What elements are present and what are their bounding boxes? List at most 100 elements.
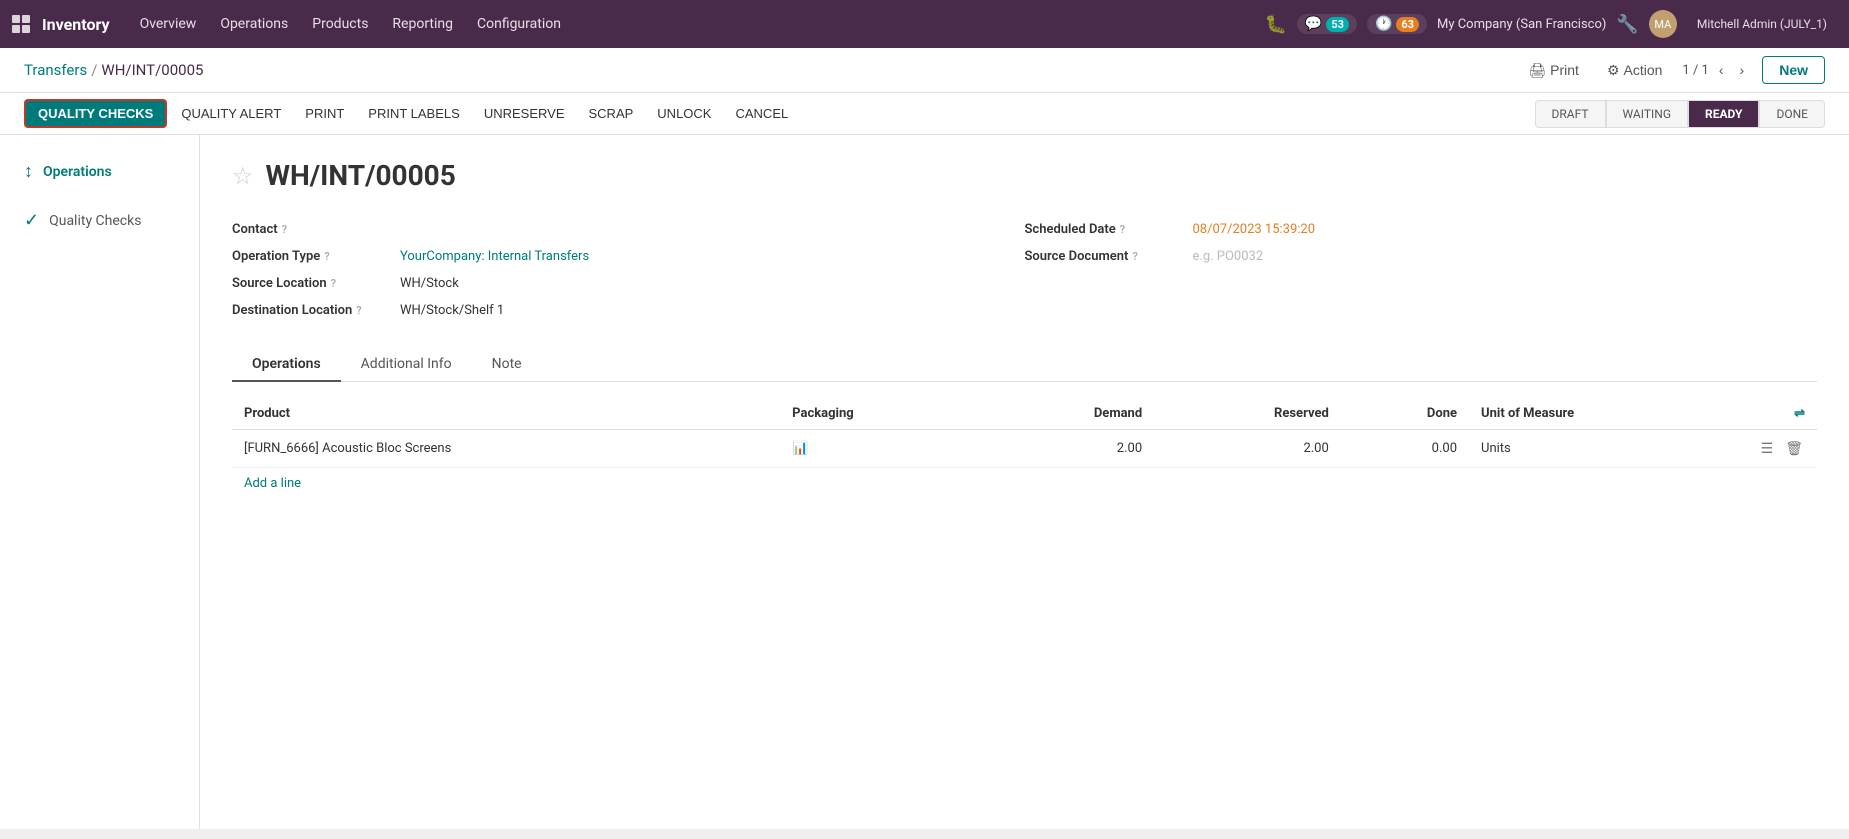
nav-overview[interactable]: Overview <box>130 12 207 36</box>
operation-type-help[interactable]: ? <box>324 250 329 263</box>
status-done[interactable]: DONE <box>1759 100 1825 128</box>
breadcrumb: Transfers / WH/INT/00005 <box>24 61 203 79</box>
status-ready[interactable]: READY <box>1688 100 1759 128</box>
company-name[interactable]: My Company (San Francisco) <box>1437 17 1606 32</box>
cancel-button[interactable]: CANCEL <box>725 101 798 126</box>
col-transfer-icon: ⇌ <box>1747 398 1817 430</box>
record-tabs: Operations Additional Info Note <box>232 348 1817 382</box>
print-labels-button[interactable]: PRINT LABELS <box>358 101 470 126</box>
bug-icon[interactable]: 🐛 <box>1264 14 1286 35</box>
contact-label: Contact ? <box>232 222 392 237</box>
user-name[interactable]: Mitchell Admin (JULY_1) <box>1687 13 1837 35</box>
next-button[interactable]: › <box>1734 60 1751 80</box>
scheduled-date-row: Scheduled Date ? 08/07/2023 15:39:20 <box>1025 216 1818 243</box>
record-title: ☆ WH/INT/00005 <box>232 159 1817 192</box>
source-location-value[interactable]: WH/Stock <box>400 276 459 291</box>
tab-note[interactable]: Note <box>472 348 542 382</box>
record-id: WH/INT/00005 <box>266 159 456 192</box>
row-actions: ☰ 🗑 <box>1747 430 1817 468</box>
forecast-icon[interactable]: 📊 <box>792 441 808 456</box>
gear-icon: ⚙ <box>1607 62 1620 79</box>
pagination: 1 / 1 ‹ › <box>1682 60 1750 80</box>
source-location-help[interactable]: ? <box>331 277 336 290</box>
status-bar: DRAFT WAITING READY DONE <box>1535 100 1826 128</box>
add-line-button[interactable]: Add a line <box>232 468 313 499</box>
demand-value[interactable]: 2.00 <box>983 430 1154 468</box>
col-demand: Demand <box>983 398 1154 430</box>
operation-type-value[interactable]: YourCompany: Internal Transfers <box>400 249 589 264</box>
source-document-help[interactable]: ? <box>1132 250 1137 263</box>
nav-operations[interactable]: Operations <box>210 12 298 36</box>
operations-icon: ↕ <box>24 161 33 182</box>
prev-button[interactable]: ‹ <box>1713 60 1730 80</box>
packaging-value: 📊 <box>780 430 983 468</box>
product-name[interactable]: [FURN_6666] Acoustic Bloc Screens <box>232 430 780 468</box>
destination-location-value[interactable]: WH/Stock/Shelf 1 <box>400 303 504 318</box>
col-packaging: Packaging <box>780 398 983 430</box>
chat-badge: 53 <box>1326 17 1349 32</box>
chat-icon: 💬 <box>1305 16 1322 32</box>
operation-type-label: Operation Type ? <box>232 249 392 264</box>
scheduled-date-value[interactable]: 08/07/2023 15:39:20 <box>1193 222 1316 237</box>
page-header: Transfers / WH/INT/00005 🖨 Print ⚙ Actio… <box>0 48 1849 93</box>
status-draft[interactable]: DRAFT <box>1535 100 1606 128</box>
table-row: [FURN_6666] Acoustic Bloc Screens 📊 2.00… <box>232 430 1817 468</box>
tab-additional-info[interactable]: Additional Info <box>341 348 472 382</box>
col-reserved: Reserved <box>1154 398 1341 430</box>
row-detail-button[interactable]: ☰ <box>1759 438 1776 459</box>
settings-icon[interactable]: 🔧 <box>1616 14 1638 35</box>
tab-operations[interactable]: Operations <box>232 348 341 382</box>
nav-reporting[interactable]: Reporting <box>382 12 463 36</box>
app-name[interactable]: Inventory <box>42 15 110 34</box>
breadcrumb-parent[interactable]: Transfers <box>24 61 87 79</box>
action-button[interactable]: ⚙ Action <box>1599 58 1670 83</box>
col-done: Done <box>1341 398 1469 430</box>
breadcrumb-separator: / <box>91 61 97 79</box>
new-button[interactable]: New <box>1762 56 1825 84</box>
side-panel: ↕ Operations ✓ Quality Checks <box>0 135 200 829</box>
activity-badge: 63 <box>1396 17 1419 32</box>
unreserve-button[interactable]: UNRESERVE <box>474 101 575 126</box>
scheduled-date-help[interactable]: ? <box>1120 223 1125 236</box>
printer-icon: 🖨 <box>1528 62 1546 79</box>
form-fields: Contact ? Operation Type ? YourCompany: … <box>232 216 1817 324</box>
col-unit: Unit of Measure <box>1469 398 1747 430</box>
content-area: ↕ Operations ✓ Quality Checks ☆ WH/INT/0… <box>0 135 1849 829</box>
contact-row: Contact ? <box>232 216 1025 243</box>
nav-products[interactable]: Products <box>302 12 378 36</box>
breadcrumb-current: WH/INT/00005 <box>101 61 203 79</box>
destination-location-row: Destination Location ? WH/Stock/Shelf 1 <box>232 297 1025 324</box>
action-bar: QUALITY CHECKS QUALITY ALERT PRINT PRINT… <box>0 93 1849 135</box>
star-icon[interactable]: ☆ <box>232 162 254 190</box>
destination-location-label: Destination Location ? <box>232 303 392 318</box>
top-navigation: Inventory Overview Operations Products R… <box>0 0 1849 48</box>
side-tab-operations[interactable]: ↕ Operations <box>12 151 187 192</box>
print-button-action[interactable]: PRINT <box>295 101 354 126</box>
transfer-arrows-icon[interactable]: ⇌ <box>1794 406 1805 421</box>
add-line-container: Add a line <box>232 468 1817 499</box>
quality-checks-button[interactable]: QUALITY CHECKS <box>24 99 167 128</box>
source-location-label: Source Location ? <box>232 276 392 291</box>
avatar[interactable]: MA <box>1649 10 1677 38</box>
source-document-placeholder[interactable]: e.g. PO0032 <box>1193 249 1264 264</box>
app-logo[interactable] <box>12 15 30 33</box>
clock-icon: 🕐 <box>1375 16 1392 32</box>
destination-location-help[interactable]: ? <box>356 304 361 317</box>
col-product: Product <box>232 398 780 430</box>
done-value[interactable]: 0.00 <box>1341 430 1469 468</box>
contact-help[interactable]: ? <box>282 223 287 236</box>
reserved-value[interactable]: 2.00 <box>1154 430 1341 468</box>
chat-button[interactable]: 💬 53 <box>1297 14 1357 34</box>
row-delete-button[interactable]: 🗑 <box>1783 438 1805 459</box>
status-waiting[interactable]: WAITING <box>1606 100 1688 128</box>
unlock-button[interactable]: UNLOCK <box>647 101 721 126</box>
quality-alert-button[interactable]: QUALITY ALERT <box>171 101 291 126</box>
source-document-row: Source Document ? e.g. PO0032 <box>1025 243 1818 270</box>
activity-button[interactable]: 🕐 63 <box>1367 14 1427 34</box>
side-tab-quality-checks[interactable]: ✓ Quality Checks <box>12 200 187 241</box>
scheduled-date-label: Scheduled Date ? <box>1025 222 1185 237</box>
main-content: ☆ WH/INT/00005 Contact ? Operation Type … <box>200 135 1849 829</box>
print-button[interactable]: 🖨 Print <box>1520 58 1587 83</box>
nav-configuration[interactable]: Configuration <box>467 12 571 36</box>
scrap-button[interactable]: SCRAP <box>579 101 644 126</box>
